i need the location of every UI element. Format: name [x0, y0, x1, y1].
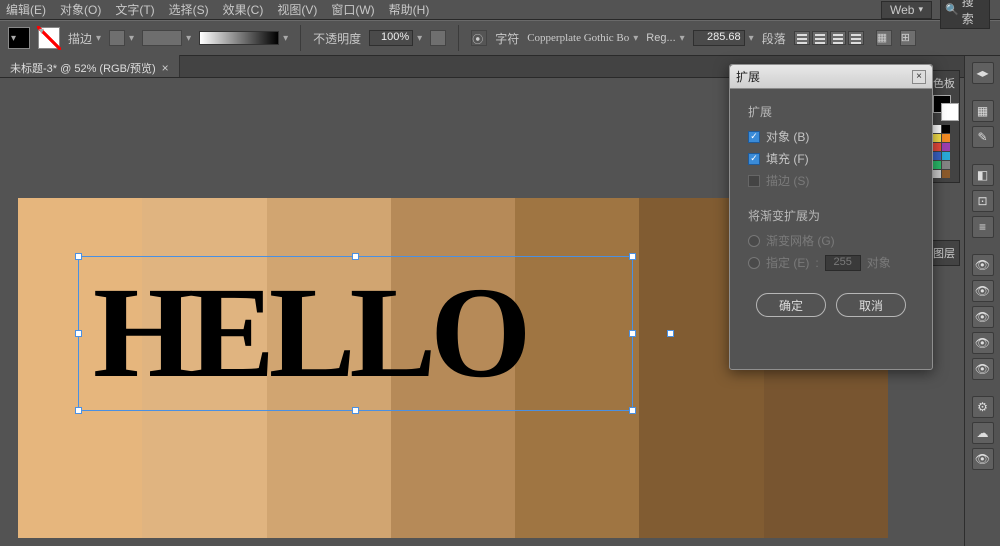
stroke-width-dd[interactable]: [109, 30, 134, 46]
menu-view[interactable]: 视图(V): [277, 1, 317, 18]
menu-help[interactable]: 帮助(H): [389, 1, 430, 18]
swatches-panel-title: 色板: [933, 75, 955, 91]
separator: [458, 25, 459, 51]
close-icon[interactable]: ×: [912, 70, 926, 84]
dialog-section-label: 扩展: [748, 103, 914, 120]
opacity-dd[interactable]: 100%: [369, 30, 422, 46]
charset-label: 字符: [495, 30, 519, 47]
menu-window[interactable]: 窗口(W): [331, 1, 374, 18]
selection-handle[interactable]: [75, 407, 82, 414]
panel-icon[interactable]: ▦: [972, 100, 994, 122]
search-input[interactable]: 🔍搜索: [940, 0, 990, 29]
ok-button[interactable]: 确定: [756, 293, 826, 317]
menu-object[interactable]: 对象(O): [60, 1, 101, 18]
eye-visibility-icon[interactable]: 👁: [972, 280, 994, 302]
right-icon-bar: ◂▸ ▦ ✎ ◧ ⊡ ≡ 👁 👁 👁 👁 👁 ⚙ ☁ 👁: [964, 56, 1000, 546]
selection-handle[interactable]: [629, 330, 636, 337]
menu-edit[interactable]: 编辑(E): [6, 1, 46, 18]
font-size-dd[interactable]: 285.68: [693, 30, 754, 46]
fill-color-swatch[interactable]: [8, 27, 30, 49]
panel-icon[interactable]: ⊡: [972, 190, 994, 212]
dialog-titlebar[interactable]: 扩展 ×: [730, 65, 932, 89]
menu-text[interactable]: 文字(T): [115, 1, 154, 18]
radio-specify: 指定 (E): 255 对象: [748, 254, 914, 271]
link-icon[interactable]: ⦿: [471, 30, 487, 46]
eye-visibility-icon[interactable]: 👁: [972, 254, 994, 276]
cloud-icon[interactable]: ☁: [972, 422, 994, 444]
align-panel-icon[interactable]: ▦: [876, 30, 892, 46]
font-style-dd[interactable]: Reg...: [646, 32, 684, 44]
font-family-dd[interactable]: Copperplate Gothic Bo: [527, 32, 638, 44]
selection-handle[interactable]: [352, 407, 359, 414]
workspace-dropdown[interactable]: Web: [881, 1, 932, 19]
gradient-picker[interactable]: [199, 31, 288, 45]
eye-visibility-icon[interactable]: 👁: [972, 448, 994, 470]
dialog-title: 扩展: [736, 68, 760, 85]
cancel-button[interactable]: 取消: [836, 293, 906, 317]
selection-handle[interactable]: [75, 330, 82, 337]
eye-visibility-icon[interactable]: 👁: [972, 306, 994, 328]
checkbox-fill[interactable]: ✓填充 (F): [748, 150, 914, 167]
menu-select[interactable]: 选择(S): [169, 1, 209, 18]
panel-icon[interactable]: ◧: [972, 164, 994, 186]
menu-bar: 编辑(E) 对象(O) 文字(T) 选择(S) 效果(C) 视图(V) 窗口(W…: [0, 0, 1000, 20]
options-bar: 描边 不透明度 100% ⦿ 字符 Copperplate Gothic Bo …: [0, 20, 1000, 56]
panel-toggle-icon[interactable]: ◂▸: [972, 62, 994, 84]
eye-visibility-icon[interactable]: 👁: [972, 332, 994, 354]
transform-panel-icon[interactable]: ⊞: [900, 30, 916, 46]
stroke-color-swatch[interactable]: [38, 27, 60, 49]
selection-handle[interactable]: [352, 253, 359, 260]
stroke-style-dd[interactable]: [142, 30, 191, 46]
selection-handle[interactable]: [629, 253, 636, 260]
selection-handle[interactable]: [75, 253, 82, 260]
menu-effect[interactable]: 效果(C): [223, 1, 264, 18]
eye-visibility-icon[interactable]: 👁: [972, 358, 994, 380]
opacity-label: 不透明度: [313, 30, 361, 47]
dialog-section-label: 将渐变扩展为: [748, 207, 914, 224]
selection-handle[interactable]: [629, 407, 636, 414]
paragraph-align-icons[interactable]: [794, 31, 864, 45]
document-tab[interactable]: 未标题-3* @ 52% (RGB/预览) ×: [0, 55, 180, 77]
paragraph-label: 段落: [762, 30, 786, 47]
style-icon[interactable]: [430, 30, 446, 46]
close-tab-icon[interactable]: ×: [162, 61, 169, 75]
checkbox-stroke: 描边 (S): [748, 172, 914, 189]
stroke-label[interactable]: 描边: [68, 30, 101, 47]
fill-stroke-indicator[interactable]: [933, 95, 959, 121]
gear-icon[interactable]: ⚙: [972, 396, 994, 418]
doc-tab-title: 未标题-3* @ 52% (RGB/预览): [10, 60, 156, 76]
layers-panel-title: 图层: [933, 245, 955, 261]
selection-bounding-box[interactable]: [78, 256, 633, 411]
radio-gradient-mesh: 渐变网格 (G): [748, 232, 914, 249]
selection-handle[interactable]: [667, 330, 674, 337]
swatch-grid[interactable]: [933, 125, 955, 178]
brush-panel-icon[interactable]: ✎: [972, 126, 994, 148]
separator: [300, 25, 301, 51]
expand-dialog: 扩展 × 扩展 ✓对象 (B) ✓填充 (F) 描边 (S) 将渐变扩展为 渐变…: [729, 64, 933, 370]
checkbox-object[interactable]: ✓对象 (B): [748, 128, 914, 145]
specify-count-input: 255: [825, 255, 861, 271]
panel-icon[interactable]: ≡: [972, 216, 994, 238]
